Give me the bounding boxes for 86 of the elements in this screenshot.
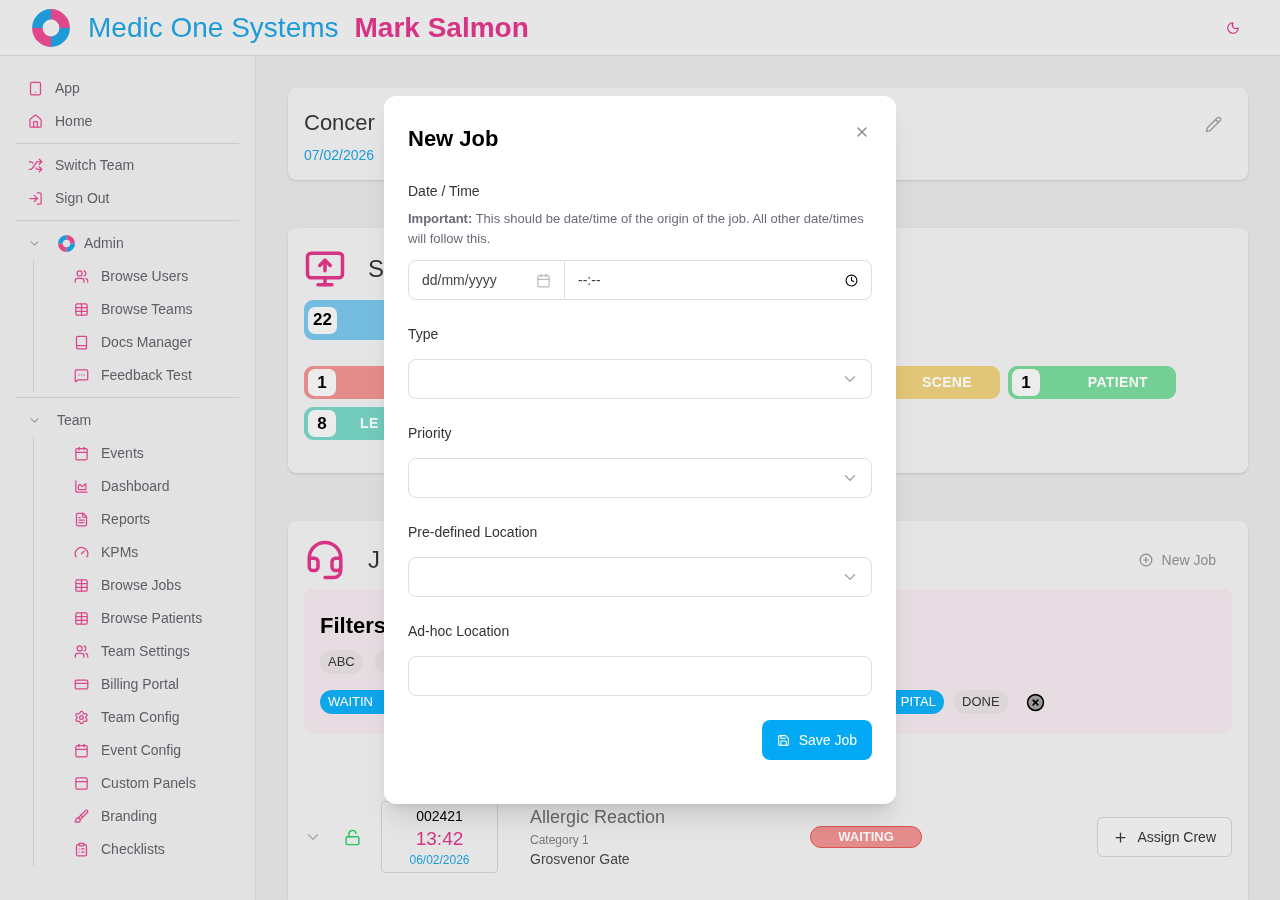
assign-crew-button[interactable]: Assign Crew [1097,817,1232,857]
sidebar-item-icon [74,446,89,461]
sidebar-item-icon [28,114,43,129]
sidebar-item[interactable]: Events [34,437,239,470]
sidebar-item-icon [74,776,89,791]
job-title: Allergic Reaction [530,806,667,829]
sidebar-item-icon [28,158,43,173]
sidebar-item-icon [74,710,89,725]
logo-icon [30,6,72,49]
sidebar-item-icon [74,269,89,284]
sidebar-item[interactable]: Browse Patients [34,602,239,635]
sidebar-item[interactable]: Reports [34,503,239,536]
sidebar-item-icon [74,479,89,494]
job-location: Grosvenor Gate [530,850,631,869]
sidebar-item[interactable]: Browse Teams [34,293,239,326]
dialog-title: New Job [408,125,499,153]
sidebar-item-icon [74,335,89,350]
job-date: 06/02/2026 [409,851,470,869]
input-field[interactable] [408,656,872,696]
sidebar-item[interactable]: Docs Manager [34,326,239,359]
filters-title: Filters [320,613,387,638]
job-time: 13:42 [415,826,464,851]
sidebar-item[interactable]: Switch Team [16,149,239,182]
sidebar-item[interactable]: App [16,72,239,105]
job-number: 002421 [416,806,463,826]
plus-icon [1113,829,1129,845]
job-category: Category 1 [530,832,590,849]
sidebar-item[interactable]: Feedback Test [34,359,239,392]
sidebar-item-icon [74,512,89,527]
sidebar-item[interactable]: Home [16,105,239,138]
sidebar-item-icon [74,842,89,857]
sidebar-item[interactable]: Event Config [34,734,239,767]
counter-pill: 1 PATIENT [1008,366,1176,399]
sidebar-item-icon [74,743,89,758]
field-label: Priority [408,425,452,441]
sidebar-item-icon [74,809,89,824]
field-label: Date / Time [408,183,480,199]
sidebar-section[interactable]: Team [16,403,239,437]
sidebar-item[interactable]: Branding [34,800,239,833]
sidebar-item-icon [74,302,89,317]
clock-icon [845,273,858,287]
sidebar-item[interactable]: Browse Users [34,260,239,293]
status-badge: WAITING [810,826,922,848]
select-field[interactable] [408,557,872,597]
save-icon [776,733,790,747]
edit-icon[interactable] [1205,116,1222,133]
sidebar-item[interactable]: Custom Panels [34,767,239,800]
field-label: Pre-defined Location [408,524,538,540]
filter-chip[interactable]: DONE [954,690,1008,714]
sidebar-item[interactable]: Sign Out [16,182,239,215]
sidebar-item[interactable]: Billing Portal [34,668,239,701]
field-note: Important: This should be date/time of the origin of the job. All other date/times will follow this. [408,210,865,248]
plus-icon [1138,553,1153,567]
select-field[interactable] [408,458,872,498]
sidebar-item-icon [28,191,43,206]
sidebar-item-icon [74,644,89,659]
calendar-icon [536,272,551,288]
sidebar-item-icon [74,368,89,383]
card-title: S [368,254,384,284]
sidebar-item[interactable]: Team Config [34,701,239,734]
card-title: J [368,545,380,575]
sidebar-item-icon [28,81,43,96]
unlock-icon[interactable] [344,828,361,846]
field-label: Ad-hoc Location [408,623,510,639]
sidebar-item[interactable]: Browse Jobs [34,569,239,602]
logo-icon [57,233,76,253]
sidebar-item[interactable]: KPMs [34,536,239,569]
brand-name: Medic One Systems [88,10,339,45]
sidebar-item[interactable]: Checklists [34,833,239,866]
select-field[interactable] [408,359,872,399]
event-date: 07/02/2026 [304,146,375,165]
sidebar-item-icon [74,545,89,560]
date-field[interactable]: dd/mm/yyyy [408,260,565,300]
theme-toggle-icon[interactable] [1226,20,1240,35]
sidebar-item-icon [74,611,89,626]
sidebar-item[interactable]: Dashboard [34,470,239,503]
clear-filters-icon[interactable] [1025,692,1045,712]
sidebar-item[interactable]: Team Settings [34,635,239,668]
sidebar-item-icon [74,578,89,593]
time-field[interactable]: --:-- [565,260,872,300]
event-title: Concer [304,109,375,137]
new-job-button[interactable]: New Job [1138,549,1216,571]
sidebar-section[interactable]: Admin [16,226,239,260]
filter-chip[interactable]: ABC [320,650,363,674]
user-name: Mark Salmon [354,10,529,45]
sidebar-item-icon [74,677,89,692]
